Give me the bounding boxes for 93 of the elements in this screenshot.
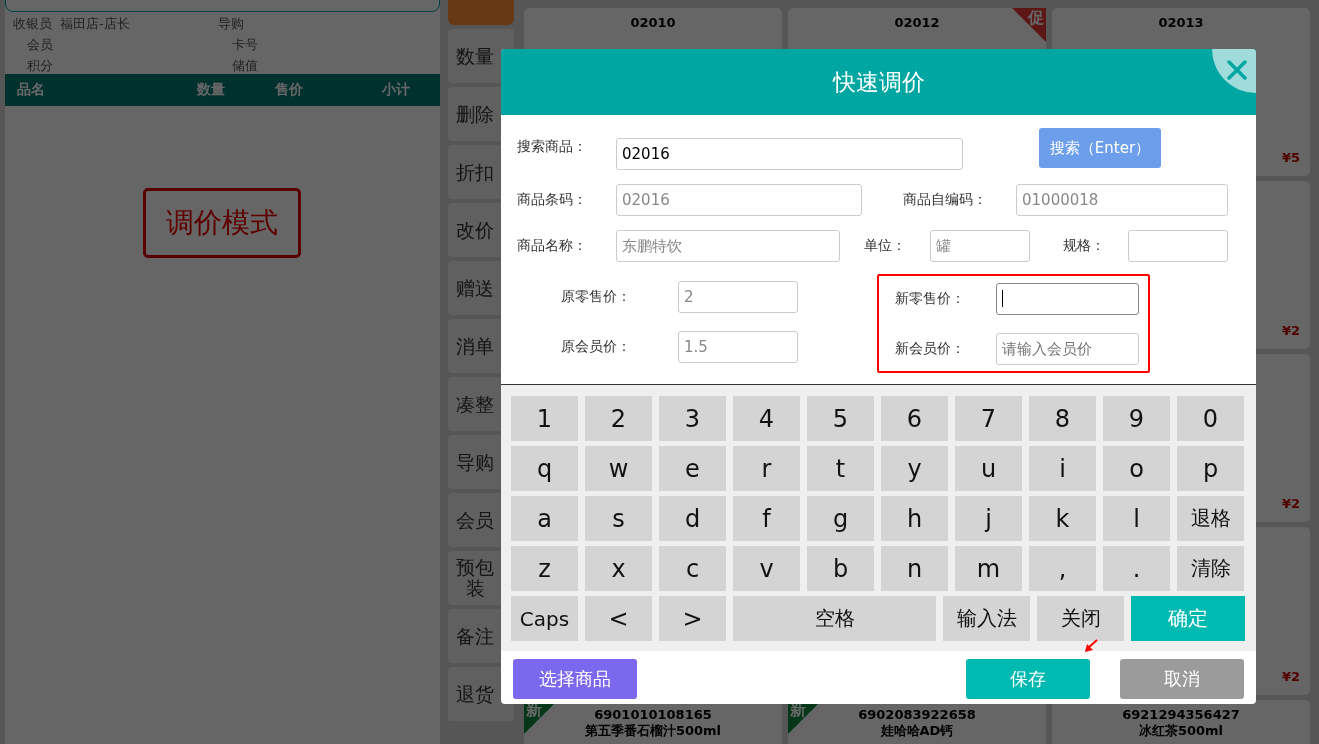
product-price: ¥5 [1281, 150, 1300, 166]
select-product-button[interactable]: 选择商品 [513, 659, 637, 699]
field-label: 原零售价： [561, 288, 632, 306]
keyboard-key[interactable]: 1 [511, 396, 578, 441]
keyboard-key[interactable]: u [955, 446, 1022, 491]
keyboard-key[interactable]: h [881, 496, 948, 541]
info-label: 收银员 [13, 15, 52, 33]
field-label: 搜索商品： [517, 138, 588, 156]
product-name: 第五季番石榴汁500ml [584, 723, 722, 739]
info-value: 福田店-店长 [60, 15, 130, 33]
info-label: 卡号 [232, 36, 258, 54]
product-price: ¥2 [1281, 669, 1300, 685]
keyboard-key[interactable]: l [1103, 496, 1170, 541]
keyboard-key[interactable]: Caps [511, 596, 578, 641]
keyboard-key[interactable]: 清除 [1177, 546, 1244, 591]
product-code: 02013 [1158, 15, 1204, 31]
keyboard-key[interactable]: r [733, 446, 800, 491]
keyboard-key[interactable]: 空格 [733, 596, 936, 641]
keyboard-key[interactable]: z [511, 546, 578, 591]
keyboard-key[interactable]: 0 [1177, 396, 1244, 441]
keyboard-key[interactable]: 3 [659, 396, 726, 441]
keyboard-key[interactable]: m [955, 546, 1022, 591]
field-label: 规格： [1063, 237, 1106, 255]
info-label: 会员 [27, 36, 53, 54]
keyboard-key[interactable]: y [881, 446, 948, 491]
keyboard-key[interactable]: g [807, 496, 874, 541]
keyboard-key[interactable]: b [807, 546, 874, 591]
keyboard-key[interactable]: p [1177, 446, 1244, 491]
text-cursor [1002, 290, 1003, 307]
keyboard-key[interactable]: 9 [1103, 396, 1170, 441]
keyboard-key[interactable]: 关闭 [1037, 596, 1124, 641]
arrow-icon [1083, 638, 1099, 654]
field-label: 新会员价： [895, 340, 966, 358]
product-code: 6901010108165 [594, 707, 712, 723]
field-label: 商品名称： [517, 237, 588, 255]
column-header: 售价 [274, 81, 304, 99]
keyboard-key[interactable]: > [659, 596, 726, 641]
top-button[interactable] [448, 0, 514, 25]
keyboard-key[interactable]: f [733, 496, 800, 541]
keyboard-key[interactable]: c [659, 546, 726, 591]
keyboard-key[interactable]: e [659, 446, 726, 491]
dialog-title: 快速调价 [832, 67, 925, 97]
info-label: 导购 [218, 15, 244, 33]
keyboard-key[interactable]: 6 [881, 396, 948, 441]
field-label: 新零售价： [895, 290, 966, 308]
keyboard-key[interactable]: t [807, 446, 874, 491]
product-code: 6921294356427 [1122, 707, 1240, 723]
product-code: 02012 [894, 15, 940, 31]
keyboard-key[interactable]: j [955, 496, 1022, 541]
product-card[interactable]: 6921294356427 冰红茶500ml [1052, 700, 1310, 744]
keyboard-key[interactable]: 退格 [1177, 496, 1244, 541]
text-field[interactable] [996, 283, 1139, 315]
product-price: ¥2 [1281, 496, 1300, 512]
keyboard-key[interactable]: 5 [807, 396, 874, 441]
field-label: 商品条码： [517, 191, 588, 209]
keyboard-key[interactable]: . [1103, 546, 1170, 591]
keyboard-key[interactable]: < [585, 596, 652, 641]
keyboard-key[interactable]: o [1103, 446, 1170, 491]
keyboard-key[interactable]: w [585, 446, 652, 491]
keyboard-key[interactable]: 7 [955, 396, 1022, 441]
keyboard-key[interactable]: k [1029, 496, 1096, 541]
keyboard-key[interactable]: 8 [1029, 396, 1096, 441]
text-field[interactable] [1128, 230, 1228, 262]
close-icon [1226, 59, 1248, 81]
column-header: 数量 [196, 81, 226, 99]
keyboard-key[interactable]: 4 [733, 396, 800, 441]
info-label: 储值 [232, 57, 258, 75]
keyboard-key[interactable]: s [585, 496, 652, 541]
field-label: 原会员价： [561, 338, 632, 356]
info-label: 积分 [27, 57, 53, 75]
keyboard-key[interactable]: q [511, 446, 578, 491]
product-tag: 促 [1012, 8, 1046, 42]
keyboard-key[interactable]: x [585, 546, 652, 591]
product-code: 02010 [630, 15, 676, 31]
mode-badge: 调价模式 [143, 188, 301, 258]
column-header: 品名 [16, 81, 46, 99]
keyboard-key[interactable]: a [511, 496, 578, 541]
keyboard-key[interactable]: 输入法 [943, 596, 1030, 641]
keyboard-key[interactable]: d [659, 496, 726, 541]
keyboard-key[interactable]: i [1029, 446, 1096, 491]
keyboard-key[interactable]: 2 [585, 396, 652, 441]
keyboard-key[interactable]: , [1029, 546, 1096, 591]
keyboard-key[interactable]: n [881, 546, 948, 591]
product-price: ¥2 [1281, 323, 1300, 339]
keyboard-key[interactable]: v [733, 546, 800, 591]
text-field[interactable]: 02016 [616, 138, 963, 170]
text-field[interactable]: 请输入会员价 [996, 333, 1139, 365]
field-label: 单位： [864, 237, 907, 255]
product-name: 娃哈哈AD钙 [880, 723, 954, 739]
field-label: 商品自编码： [903, 191, 988, 209]
product-code: 6902083922658 [858, 707, 976, 723]
product-name: 冰红茶500ml [1138, 723, 1224, 739]
column-header: 小计 [381, 81, 411, 99]
